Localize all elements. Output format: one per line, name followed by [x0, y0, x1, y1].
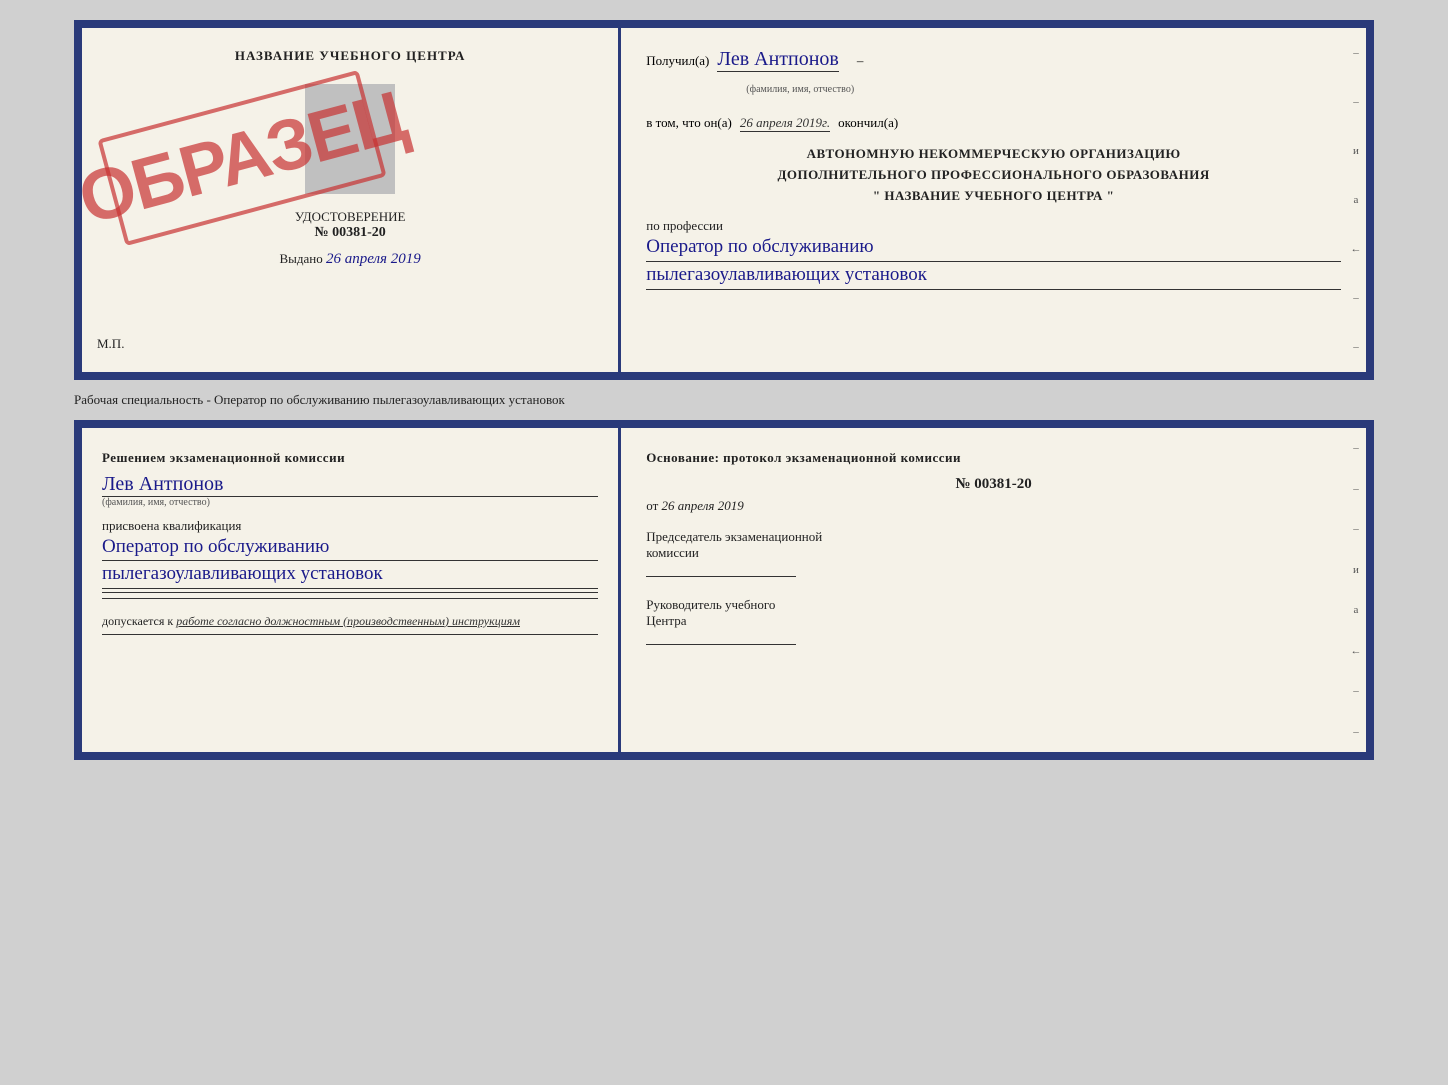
org-line2: ДОПОЛНИТЕЛЬНОГО ПРОФЕССИОНАЛЬНОГО ОБРАЗО…: [646, 165, 1341, 186]
cert-issued: Выдано 26 апреля 2019: [279, 251, 420, 268]
document-container: НАЗВАНИЕ УЧЕБНОГО ЦЕНТРА ОБРАЗЕЦ УДОСТОВ…: [74, 20, 1374, 760]
cert-photo: [305, 84, 395, 194]
finished-label: окончил(а): [838, 115, 898, 131]
qualification-label: присвоена квалификация: [102, 518, 598, 534]
org-line1: АВТОНОМНУЮ НЕКОММЕРЧЕСКУЮ ОРГАНИЗАЦИЮ: [646, 144, 1341, 165]
leader-sig-line: [646, 644, 796, 645]
side-marks-top: – – и а ← – –: [1346, 28, 1366, 372]
chairman-block: Председатель экзаменационной комиссии: [646, 529, 1341, 577]
bottom-left: Решением экзаменационной комиссии Лев Ан…: [82, 428, 621, 752]
school-name-top: НАЗВАНИЕ УЧЕБНОГО ЦЕНТРА: [235, 48, 466, 64]
bottom-fio-sublabel: (фамилия, имя, отчество): [102, 497, 598, 508]
profession-block: по профессии Оператор по обслуживанию пы…: [646, 218, 1341, 289]
cert-number: № 00381-20: [315, 225, 386, 241]
received-label: Получил(а): [646, 53, 709, 69]
in-that-row: в том, что он(а) 26 апреля 2019г. окончи…: [646, 115, 1341, 132]
decision-text: Решением экзаменационной комиссии: [102, 448, 598, 468]
protocol-date: от 26 апреля 2019: [646, 498, 1341, 514]
profession-line1: Оператор по обслуживанию: [646, 234, 1341, 262]
side-marks-bottom: – – – и а ← – –: [1346, 428, 1366, 752]
bottom-name: Лев Антпонов: [102, 473, 598, 497]
допускается-value: работе согласно должностным (производств…: [176, 614, 520, 628]
cert-title: УДОСТОВЕРЕНИЕ: [295, 209, 406, 225]
bottom-right: Основание: протокол экзаменационной коми…: [621, 428, 1366, 752]
issued-date: 26 апреля 2019: [326, 251, 421, 267]
sig-line-2: [102, 598, 598, 599]
osnov-label: Основание: протокол экзаменационной коми…: [646, 448, 1341, 468]
chairman-line2: комиссии: [646, 545, 1341, 561]
допускается-row: допускается к работе согласно должностны…: [102, 614, 598, 629]
received-row: Получил(а) Лев Антпонов –: [646, 48, 1341, 72]
fio-sublabel-top: (фамилия, имя, отчество): [746, 84, 1441, 95]
org-block: АВТОНОМНУЮ НЕКОММЕРЧЕСКУЮ ОРГАНИЗАЦИЮ ДО…: [646, 144, 1341, 206]
certificate-bottom: Решением экзаменационной комиссии Лев Ан…: [74, 420, 1374, 760]
qual-line2: пылегазоулавливающих установок: [102, 561, 598, 589]
cert-right: Получил(а) Лев Антпонов – (фамилия, имя,…: [621, 28, 1366, 372]
profession-label: по профессии: [646, 218, 1341, 234]
date-value: 26 апреля 2019: [662, 498, 744, 513]
qual-line1: Оператор по обслуживанию: [102, 534, 598, 562]
sig-line-3: [102, 634, 598, 635]
допускается-label-text: допускается к: [102, 614, 173, 628]
issued-label: Выдано: [279, 251, 322, 266]
chairman-line1: Председатель экзаменационной: [646, 529, 1341, 545]
leader-block: Руководитель учебного Центра: [646, 597, 1341, 645]
protocol-number: № 00381-20: [646, 476, 1341, 493]
received-name: Лев Антпонов: [717, 48, 838, 72]
leader-line2: Центра: [646, 613, 1341, 629]
profession-line2: пылегазоулавливающих установок: [646, 262, 1341, 290]
chairman-sig-line: [646, 576, 796, 577]
bottom-name-block: Лев Антпонов (фамилия, имя, отчество): [102, 473, 598, 508]
certificate-top: НАЗВАНИЕ УЧЕБНОГО ЦЕНТРА ОБРАЗЕЦ УДОСТОВ…: [74, 20, 1374, 380]
cert-mp: М.П.: [97, 336, 124, 352]
leader-line1: Руководитель учебного: [646, 597, 1341, 613]
sig-line-1: [102, 592, 598, 593]
middle-label: Рабочая специальность - Оператор по обсл…: [74, 390, 565, 410]
date-prefix: от: [646, 498, 658, 513]
completion-date: 26 апреля 2019г.: [740, 115, 830, 132]
org-line3: " НАЗВАНИЕ УЧЕБНОГО ЦЕНТРА ": [646, 186, 1341, 207]
in-that-label: в том, что он(а): [646, 115, 732, 131]
cert-left: НАЗВАНИЕ УЧЕБНОГО ЦЕНТРА ОБРАЗЕЦ УДОСТОВ…: [82, 28, 621, 372]
